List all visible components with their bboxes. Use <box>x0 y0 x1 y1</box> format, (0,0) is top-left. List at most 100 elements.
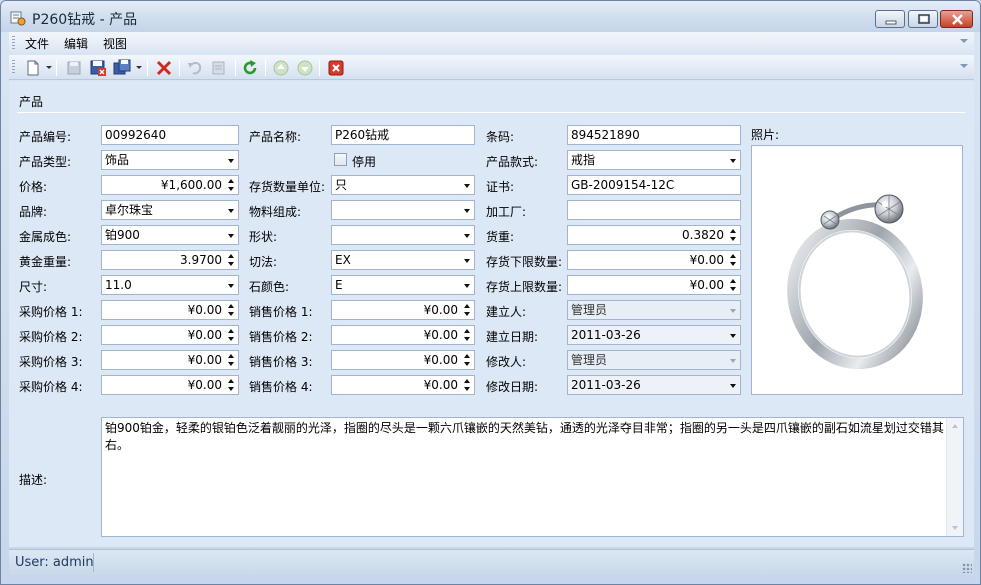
description-textarea[interactable]: 铂900铂金，轻柔的银铂色泛着靓丽的光泽，指圈的尽头是一颗六爪镶嵌的天然美钻，通… <box>101 417 964 537</box>
chevron-down-icon[interactable] <box>960 64 968 68</box>
maximize-button[interactable] <box>908 10 938 28</box>
refresh-icon[interactable] <box>240 58 260 78</box>
barcode-field[interactable]: 894521890 <box>567 125 741 145</box>
min-stock-label: 存货下限数量: <box>486 255 563 269</box>
chevron-down-icon[interactable] <box>464 234 470 238</box>
save-dropdown-arrow[interactable] <box>136 66 142 69</box>
price-field[interactable]: ¥1,600.00 <box>101 175 239 195</box>
chevron-down-icon[interactable] <box>228 284 234 288</box>
purchase-price-field[interactable]: ¥0.00 <box>101 375 239 395</box>
min-stock-field[interactable]: ¥0.00 <box>567 250 741 270</box>
cert-field[interactable]: GB-2009154-12C <box>567 175 741 195</box>
weight-field[interactable]: 0.3820 <box>567 225 741 245</box>
close-form-icon[interactable] <box>326 58 346 78</box>
code-field[interactable]: 00992640 <box>101 125 239 145</box>
gold-field[interactable]: 3.9700 <box>101 250 239 270</box>
chevron-down-icon[interactable] <box>730 159 736 163</box>
spin-icon[interactable] <box>228 353 235 367</box>
size-select[interactable]: 11.0 <box>101 275 239 295</box>
spin-icon[interactable] <box>464 303 471 317</box>
type-select[interactable]: 饰品 <box>101 150 239 170</box>
section-divider <box>17 112 965 113</box>
save-icon[interactable] <box>64 58 84 78</box>
menu-file[interactable]: 文件 <box>25 35 49 52</box>
toolbar-grip[interactable] <box>12 60 15 75</box>
purchase-price-field[interactable]: ¥0.00 <box>101 325 239 345</box>
cut-select[interactable]: EX <box>331 250 475 270</box>
shape-select[interactable] <box>331 225 475 245</box>
new-document-icon[interactable] <box>23 58 43 78</box>
chevron-down-icon[interactable] <box>228 234 234 238</box>
spin-icon[interactable] <box>730 253 737 267</box>
app-icon <box>10 11 26 26</box>
undo-icon[interactable] <box>185 58 205 78</box>
purchase-price-field[interactable]: ¥0.00 <box>101 350 239 370</box>
min-stock-value: ¥0.00 <box>689 253 724 267</box>
chevron-down-icon[interactable] <box>464 184 470 188</box>
scroll-up-icon[interactable] <box>952 424 958 428</box>
menu-view[interactable]: 视图 <box>103 35 127 52</box>
brand-select[interactable]: 卓尔珠宝 <box>101 200 239 220</box>
chevron-down-icon[interactable] <box>464 209 470 213</box>
menu-grip[interactable] <box>12 36 15 49</box>
spin-icon[interactable] <box>464 328 471 342</box>
chevron-down-icon[interactable] <box>730 309 736 313</box>
modified-date-select[interactable]: 2011-03-26 <box>567 375 741 395</box>
close-button[interactable] <box>940 10 973 28</box>
color-select[interactable]: E <box>331 275 475 295</box>
save-close-icon[interactable] <box>88 58 108 78</box>
metal-select[interactable]: 铂900 <box>101 225 239 245</box>
scroll-down-icon[interactable] <box>952 526 958 530</box>
spin-icon[interactable] <box>228 178 235 192</box>
chevron-down-icon[interactable] <box>228 209 234 213</box>
toolbar <box>9 55 974 80</box>
new-dropdown-arrow[interactable] <box>46 66 52 69</box>
chevron-down-icon[interactable] <box>730 384 736 388</box>
factory-field[interactable] <box>567 200 741 220</box>
created-date-value: 2011-03-26 <box>571 328 641 342</box>
save-copy-icon[interactable] <box>112 58 132 78</box>
minimize-button[interactable] <box>875 10 905 28</box>
sales-price-field[interactable]: ¥0.00 <box>331 350 475 370</box>
description-scrollbar[interactable] <box>946 418 963 536</box>
disabled-checkbox[interactable] <box>334 153 347 166</box>
product-window: P260钻戒 - 产品 文件 编辑 视图 产品 产品编号: 00992640 产… <box>0 0 981 585</box>
style-select[interactable]: 戒指 <box>567 150 741 170</box>
chevron-down-icon[interactable] <box>228 159 234 163</box>
chevron-down-icon[interactable] <box>730 334 736 338</box>
delete-icon[interactable] <box>154 58 174 78</box>
spin-icon[interactable] <box>228 328 235 342</box>
spin-icon[interactable] <box>730 278 737 292</box>
modifier-select[interactable]: 管理员 <box>567 350 741 370</box>
spin-icon[interactable] <box>228 378 235 392</box>
chevron-down-icon[interactable] <box>960 39 968 43</box>
previous-record-icon[interactable] <box>271 58 291 78</box>
unit-select[interactable]: 只 <box>331 175 475 195</box>
spin-icon[interactable] <box>228 303 235 317</box>
sales-price-field[interactable]: ¥0.00 <box>331 325 475 345</box>
product-photo[interactable] <box>751 145 963 395</box>
sales-price-value: ¥0.00 <box>423 328 458 342</box>
title-bar[interactable]: P260钻戒 - 产品 <box>1 1 980 32</box>
material-select[interactable] <box>331 200 475 220</box>
spin-icon[interactable] <box>464 378 471 392</box>
sales-price-field[interactable]: ¥0.00 <box>331 300 475 320</box>
purchase-price-field[interactable]: ¥0.00 <box>101 300 239 320</box>
creator-select[interactable]: 管理员 <box>567 300 741 320</box>
disabled-edit-icon[interactable] <box>209 58 229 78</box>
sales-price-field[interactable]: ¥0.00 <box>331 375 475 395</box>
created-date-select[interactable]: 2011-03-26 <box>567 325 741 345</box>
spin-icon[interactable] <box>228 253 235 267</box>
purchase-price-value: ¥0.00 <box>187 328 222 342</box>
max-stock-field[interactable]: ¥0.00 <box>567 275 741 295</box>
chevron-down-icon[interactable] <box>464 284 470 288</box>
name-field[interactable]: P260钻戒 <box>331 125 475 145</box>
menu-edit[interactable]: 编辑 <box>64 35 88 52</box>
resize-grip-icon[interactable] <box>962 563 972 573</box>
spin-icon[interactable] <box>730 228 737 242</box>
metal-label: 金属成色: <box>19 230 72 244</box>
next-record-icon[interactable] <box>295 58 315 78</box>
spin-icon[interactable] <box>464 353 471 367</box>
chevron-down-icon[interactable] <box>730 359 736 363</box>
chevron-down-icon[interactable] <box>464 259 470 263</box>
